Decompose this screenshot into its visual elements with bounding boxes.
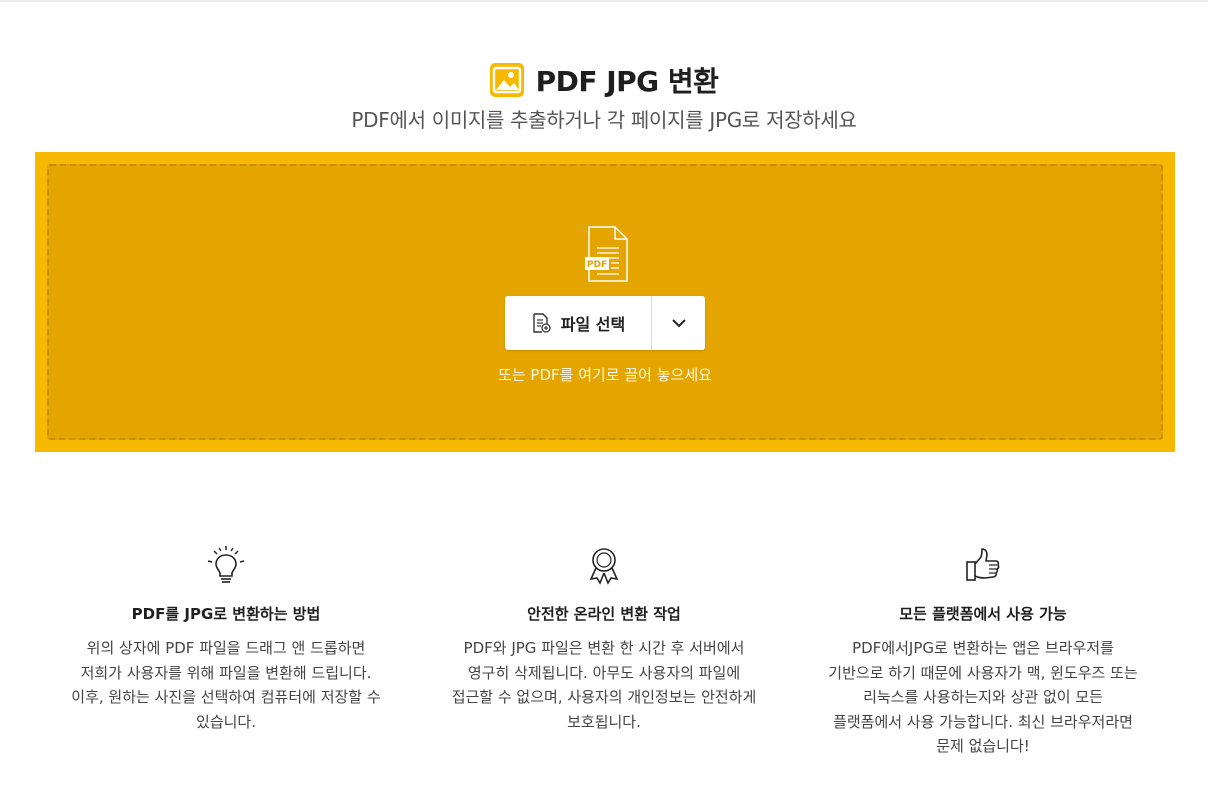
drop-zone[interactable]: PDF 파일 선택 또는 PDF를 여기로 끌어 놓으세요	[35, 152, 1175, 452]
lightbulb-icon	[207, 546, 245, 583]
pdf-file-icon: PDF	[585, 226, 628, 282]
select-file-main[interactable]: 파일 선택	[505, 296, 651, 350]
select-source-dropdown[interactable]	[652, 296, 705, 350]
file-add-icon	[533, 313, 551, 333]
page-subtitle: PDF에서 이미지를 추출하거나 각 페이지를 JPG로 저장하세요	[351, 108, 857, 132]
svg-text:PDF: PDF	[587, 260, 607, 270]
feature-how-to: PDF를 JPG로 변환하는 방법 위의 상자에 PDF 파일을 드래그 앤 드…	[71, 545, 381, 734]
chevron-down-icon	[671, 319, 686, 328]
feature-title: 모든 플랫폼에서 사용 가능	[899, 605, 1067, 623]
page-header: PDF JPG 변환 PDF에서 이미지를 추출하거나 각 페이지를 JPG로 …	[0, 60, 1208, 133]
select-file-label: 파일 선택	[560, 315, 626, 334]
feature-text: 위의 상자에 PDF 파일을 드래그 앤 드롭하면 저희가 사용자를 위해 파일…	[71, 639, 381, 731]
award-ribbon-icon	[589, 548, 619, 585]
feature-platforms: 모든 플랫폼에서 사용 가능 PDF에서JPG로 변환하는 앱은 브라우저를 기…	[828, 545, 1138, 759]
drop-zone-inner[interactable]: PDF 파일 선택 또는 PDF를 여기로 끌어 놓으세요	[47, 164, 1163, 440]
page-title: PDF JPG 변환	[535, 65, 719, 98]
drop-hint: 또는 PDF를 여기로 끌어 놓으세요	[498, 366, 712, 384]
feature-text: PDF와 JPG 파일은 변환 한 시간 후 서버에서 영구히 삭제됩니다. 아…	[451, 639, 757, 731]
feature-title: 안전한 온라인 변환 작업	[527, 605, 681, 623]
feature-title: PDF를 JPG로 변환하는 방법	[131, 605, 321, 623]
feature-text: PDF에서JPG로 변환하는 앱은 브라우저를 기반으로 하기 때문에 사용자가…	[828, 639, 1138, 755]
image-icon	[489, 63, 524, 97]
title-row: PDF JPG 변환	[0, 60, 1208, 100]
top-divider	[0, 0, 1208, 2]
feature-security: 안전한 온라인 변환 작업 PDF와 JPG 파일은 변환 한 시간 후 서버에…	[449, 545, 759, 734]
thumbs-up-icon	[966, 548, 1000, 581]
select-file-button[interactable]: 파일 선택	[505, 296, 705, 350]
